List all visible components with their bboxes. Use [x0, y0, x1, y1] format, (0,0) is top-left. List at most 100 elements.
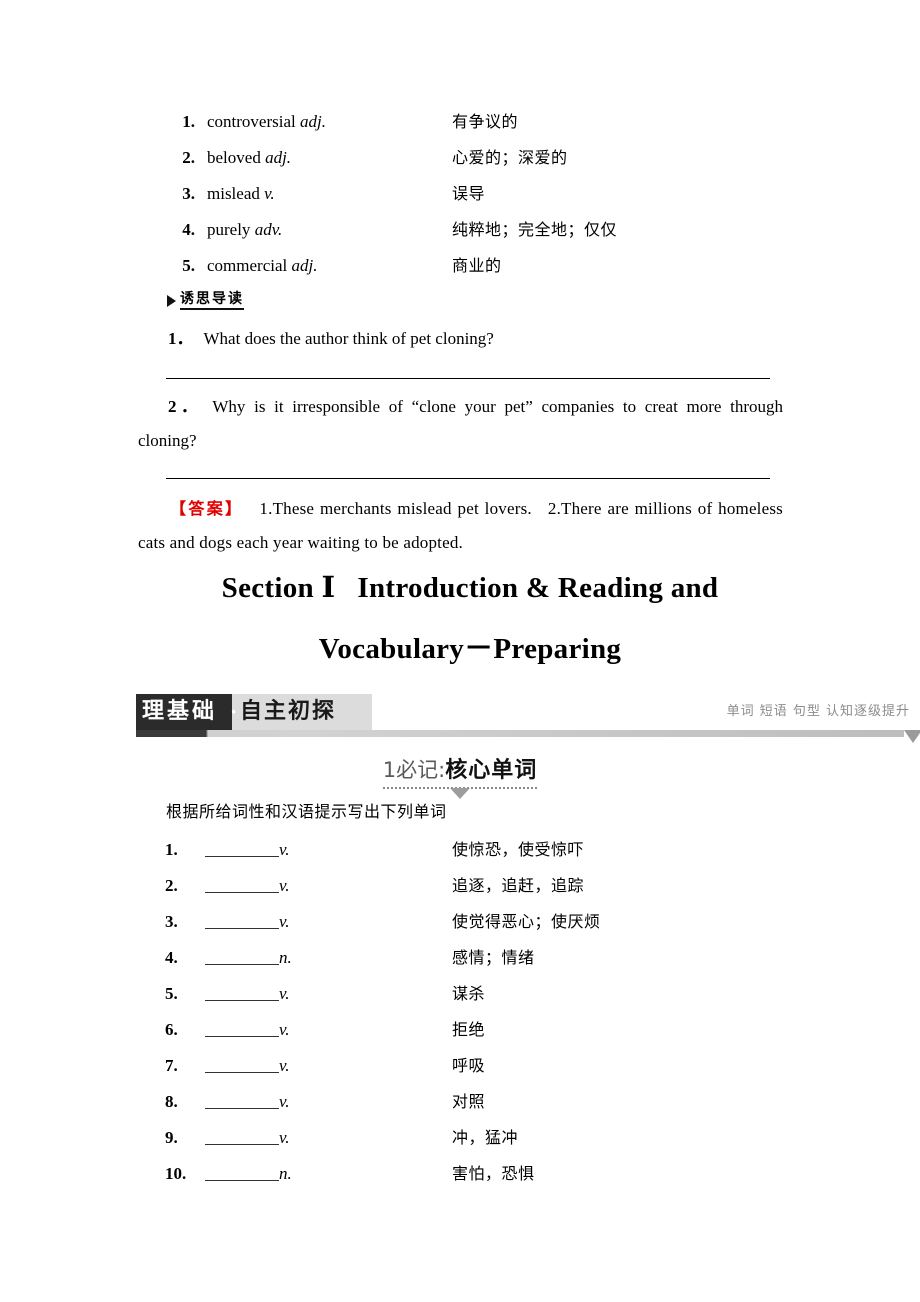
item-meaning: 使觉得恶心；使厌烦 — [452, 912, 601, 931]
answer-blank-input[interactable] — [205, 1054, 279, 1073]
page-title-line-1: Section Ⅰ Introduction & Reading and — [140, 558, 800, 619]
answer-blank-input[interactable] — [205, 874, 279, 893]
part-of-speech: adv. — [254, 220, 283, 239]
part-of-speech: v. — [279, 1056, 290, 1075]
document-page: 1 controversial adj. 有争议的 2 beloved adj. 心… — [0, 0, 920, 1302]
banner-title-primary: 理基础 — [142, 699, 218, 724]
answer-blank-input[interactable] — [205, 910, 279, 929]
part-of-speech: v. — [279, 1020, 290, 1039]
item-number: 3 — [165, 176, 195, 212]
item-number: 2 — [165, 868, 197, 904]
word-text: purely — [207, 220, 251, 239]
part-of-speech: n. — [279, 948, 292, 967]
list-item: 1 controversial adj. 有争议的 — [165, 104, 785, 140]
item-meaning: 使惊恐，使受惊吓 — [452, 840, 585, 859]
question-number: 2． — [168, 397, 203, 416]
answer-blank-input[interactable] — [205, 982, 279, 1001]
item-word: purely adv. — [207, 212, 282, 248]
part-of-speech: v. — [279, 840, 290, 859]
guided-reading-header: 诱思导读 — [167, 291, 244, 311]
list-item: 2 v. 追逐，追赶，追踪 — [165, 868, 785, 904]
part-of-speech: adj. — [300, 112, 326, 131]
item-number: 4 — [165, 940, 197, 976]
answer-rule-1 — [166, 378, 770, 379]
question-text: Why is it irresponsible of “clone your p… — [138, 397, 783, 450]
list-item: 2 beloved adj. 心爱的；深爱的 — [165, 140, 785, 176]
list-item: 6 v. 拒绝 — [165, 1012, 785, 1048]
banner-gradient-bar — [136, 730, 904, 737]
answer-rule-2 — [166, 478, 770, 479]
item-number: 7 — [165, 1048, 197, 1084]
subsection-prefix: 1必记: — [382, 758, 446, 782]
list-item: 5 commercial adj. 商业的 — [165, 248, 785, 284]
item-meaning: 拒绝 — [452, 1020, 486, 1039]
list-item: 8 v. 对照 — [165, 1084, 785, 1120]
answer-block: 【答案】 1.These merchants mislead pet lovers… — [138, 492, 783, 560]
vocabulary-preview-list: 1 controversial adj. 有争议的 2 beloved adj. 心… — [165, 104, 785, 284]
banner-title-secondary: 自主初探 — [240, 699, 337, 724]
list-item: 4 purely adv. 纯粹地；完全地；仅仅 — [165, 212, 785, 248]
banner-separator-dot: · — [230, 699, 238, 724]
section-banner: 理基础 · 自主初探 单词 短语 句型 认知逐级提升 — [136, 694, 920, 744]
answer-blank-input[interactable] — [205, 1162, 279, 1181]
answer-blank-input[interactable] — [205, 1090, 279, 1109]
item-number: 8 — [165, 1084, 197, 1120]
question-2: 2． Why is it irresponsible of “clone your… — [138, 390, 783, 458]
word-text: commercial — [207, 256, 288, 275]
guided-reading-label: 诱思导读 — [180, 291, 244, 311]
item-number: 5 — [165, 248, 195, 284]
list-item: 7 v. 呼吸 — [165, 1048, 785, 1084]
triangle-bullet-icon — [167, 295, 176, 308]
item-meaning: 心爱的；深爱的 — [452, 148, 568, 167]
banner-arrow-icon — [904, 730, 920, 743]
item-number: 2 — [165, 140, 195, 176]
item-number: 1 — [165, 832, 197, 868]
list-item: 3 mislead v. 误导 — [165, 176, 785, 212]
item-number: 10 — [165, 1156, 197, 1192]
part-of-speech: v. — [279, 876, 290, 895]
answer-blank-input[interactable] — [205, 1126, 279, 1145]
list-item: 9 v. 冲，猛冲 — [165, 1120, 785, 1156]
item-meaning: 呼吸 — [452, 1056, 486, 1075]
item-number: 9 — [165, 1120, 197, 1156]
subsection-heading-inner: 1必记:核心单词 — [382, 752, 538, 799]
item-meaning: 误导 — [452, 184, 486, 203]
list-item: 5 v. 谋杀 — [165, 976, 785, 1012]
item-meaning: 冲，猛冲 — [452, 1128, 519, 1147]
word-exercise-list: 1v. 使惊恐，使受惊吓 2v. 追逐，追赶，追踪 3v. 使觉得恶心；使厌烦 … — [165, 832, 785, 1192]
answer-part-1: 1.These merchants mislead pet lovers. — [259, 499, 532, 518]
part-of-speech: v. — [279, 984, 290, 1003]
list-item: 3 v. 使觉得恶心；使厌烦 — [165, 904, 785, 940]
list-item: 10 n. 害怕，恐惧 — [165, 1156, 785, 1192]
item-word: controversial adj. — [207, 104, 326, 140]
item-meaning: 对照 — [452, 1092, 486, 1111]
item-number: 4 — [165, 212, 195, 248]
question-number: 1． — [168, 329, 194, 348]
item-word: beloved adj. — [207, 140, 291, 176]
item-word: mislead v. — [207, 176, 275, 212]
part-of-speech: v. — [279, 1128, 290, 1147]
item-word: commercial adj. — [207, 248, 317, 284]
page-title-line-2: Vocabulary－Preparing — [318, 633, 622, 665]
answer-blank-input[interactable] — [205, 946, 279, 965]
item-number: 5 — [165, 976, 197, 1012]
part-of-speech: adj. — [265, 148, 292, 167]
part-of-speech: v. — [279, 912, 290, 931]
page-title: Section Ⅰ Introduction & Reading and Voca… — [140, 558, 800, 680]
list-item: 1 v. 使惊恐，使受惊吓 — [165, 832, 785, 868]
item-number: 1 — [165, 104, 195, 140]
item-meaning: 有争议的 — [452, 112, 519, 131]
answer-label: 【答案】 — [170, 499, 244, 518]
part-of-speech: v. — [279, 1092, 290, 1111]
word-text: beloved — [207, 148, 261, 167]
item-meaning: 商业的 — [452, 256, 502, 275]
part-of-speech: n. — [279, 1164, 292, 1183]
item-meaning: 谋杀 — [452, 984, 486, 1003]
answer-blank-input[interactable] — [205, 1018, 279, 1037]
question-text: What does the author think of pet clonin… — [203, 329, 494, 348]
section-label: Section Ⅰ — [221, 572, 336, 604]
answer-blank-input[interactable] — [205, 838, 279, 857]
item-number: 6 — [165, 1012, 197, 1048]
banner-tagline: 单词 短语 句型 认知逐级提升 — [726, 704, 910, 719]
word-text: mislead — [207, 184, 260, 203]
